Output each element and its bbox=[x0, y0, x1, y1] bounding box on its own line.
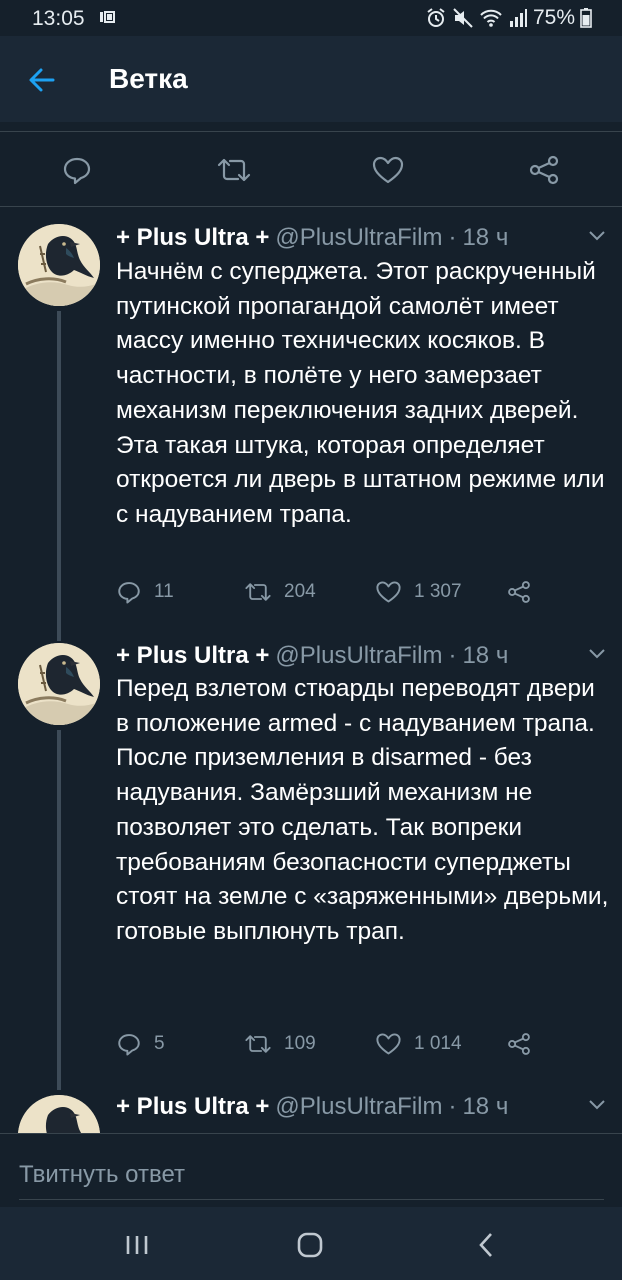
separator-dot: · bbox=[448, 642, 457, 669]
share-icon bbox=[508, 581, 530, 603]
reply-icon bbox=[118, 582, 140, 604]
cast-icon bbox=[100, 10, 116, 29]
like-button[interactable]: 1 014 bbox=[375, 1031, 462, 1057]
alarm-icon bbox=[425, 7, 447, 29]
heart-icon bbox=[376, 581, 401, 603]
system-back-button[interactable] bbox=[466, 1227, 506, 1263]
tweet-time: 18 ч bbox=[462, 1093, 509, 1120]
home-button[interactable] bbox=[290, 1227, 330, 1263]
share-icon bbox=[508, 1033, 530, 1055]
recent-apps-button[interactable] bbox=[117, 1227, 157, 1263]
chevron-left-icon bbox=[479, 1233, 492, 1257]
arrow-left-icon bbox=[29, 68, 55, 92]
retweet-button[interactable]: 109 bbox=[244, 1031, 316, 1057]
thread-line bbox=[57, 311, 61, 641]
raven-avatar-image bbox=[18, 224, 100, 306]
tweet-header: + Plus Ultra + @PlusUltraFilm · 18 ч bbox=[116, 224, 508, 252]
tweet-header: + Plus Ultra + @PlusUltraFilm · 18 ч bbox=[116, 1093, 508, 1121]
like-button[interactable]: 1 307 bbox=[375, 579, 462, 605]
chevron-down-icon bbox=[589, 649, 605, 659]
separator-dot: · bbox=[448, 1093, 457, 1120]
status-bar: 13:05 75% bbox=[0, 0, 622, 36]
main-tweet-actions bbox=[0, 131, 622, 207]
author-handle[interactable]: @PlusUltraFilm bbox=[275, 642, 442, 670]
battery-icon bbox=[580, 8, 592, 28]
author-name[interactable]: + Plus Ultra + bbox=[116, 1093, 269, 1121]
reply-count: 5 bbox=[154, 1033, 165, 1054]
like-count: 1 014 bbox=[414, 1033, 462, 1054]
chevron-down-icon bbox=[589, 1100, 605, 1110]
tweet-menu-button[interactable] bbox=[588, 647, 606, 665]
recent-apps-icon bbox=[126, 1236, 148, 1254]
share-icon bbox=[529, 155, 559, 185]
tweet-menu-button[interactable] bbox=[588, 1098, 606, 1116]
like-count: 1 307 bbox=[414, 581, 462, 602]
share-button[interactable] bbox=[506, 579, 532, 605]
reply-button[interactable]: 11 bbox=[116, 579, 174, 605]
share-button[interactable] bbox=[526, 152, 562, 188]
raven-avatar-image bbox=[18, 1095, 100, 1133]
back-button[interactable] bbox=[22, 60, 62, 100]
reply-button[interactable]: 5 bbox=[116, 1031, 165, 1057]
reply-count: 11 bbox=[154, 581, 174, 602]
retweet-icon bbox=[245, 1035, 271, 1053]
retweet-count: 204 bbox=[284, 581, 316, 602]
author-handle[interactable]: @PlusUltraFilm bbox=[275, 1093, 442, 1121]
share-button[interactable] bbox=[506, 1031, 532, 1057]
mute-icon bbox=[452, 7, 474, 29]
raven-avatar-image bbox=[18, 643, 100, 725]
system-nav-bar bbox=[0, 1207, 622, 1280]
tweet[interactable]: + Plus Ultra + @PlusUltraFilm · 18 ч bbox=[0, 1087, 622, 1133]
tweet-actions: 5 109 1 014 bbox=[116, 1031, 546, 1061]
home-icon bbox=[297, 1232, 323, 1258]
reply-composer bbox=[0, 1133, 622, 1207]
reply-icon bbox=[118, 1034, 140, 1056]
author-handle[interactable]: @PlusUltraFilm bbox=[275, 224, 442, 252]
retweet-count: 109 bbox=[284, 1033, 316, 1054]
reply-input[interactable] bbox=[19, 1150, 604, 1200]
chevron-down-icon bbox=[589, 231, 605, 241]
thread-line bbox=[57, 730, 61, 1090]
avatar[interactable] bbox=[18, 643, 100, 725]
tweet-menu-button[interactable] bbox=[588, 229, 606, 247]
author-name[interactable]: + Plus Ultra + bbox=[116, 642, 269, 670]
heart-icon bbox=[372, 156, 404, 184]
retweet-icon bbox=[217, 158, 251, 182]
heart-icon bbox=[376, 1033, 401, 1055]
retweet-button[interactable] bbox=[216, 152, 252, 188]
tweet-text: Начнём с суперджета. Этот раскрученный п… bbox=[116, 258, 605, 528]
avatar[interactable] bbox=[18, 224, 100, 306]
battery-percent: 75% bbox=[532, 6, 575, 29]
reply-icon bbox=[63, 157, 91, 185]
reply-button[interactable] bbox=[59, 152, 95, 188]
separator-dot: · bbox=[448, 224, 457, 251]
status-time: 13:05 bbox=[32, 7, 85, 30]
avatar[interactable] bbox=[18, 1095, 100, 1133]
tweet-time: 18 ч bbox=[462, 224, 509, 251]
like-button[interactable] bbox=[370, 152, 406, 188]
retweet-icon bbox=[245, 583, 271, 601]
app-bar: Ветка bbox=[0, 36, 622, 122]
wifi-icon bbox=[479, 8, 503, 28]
author-name[interactable]: + Plus Ultra + bbox=[116, 224, 269, 252]
signal-icon bbox=[508, 8, 528, 28]
tweet[interactable]: + Plus Ultra + @PlusUltraFilm · 18 ч Нач… bbox=[0, 207, 622, 641]
tweet-time: 18 ч bbox=[462, 642, 509, 669]
tweet-actions: 11 204 1 307 bbox=[116, 579, 546, 609]
retweet-button[interactable]: 204 bbox=[244, 579, 316, 605]
page-title: Ветка bbox=[109, 63, 188, 94]
tweet-text: Перед взлетом стюарды переводят двери в … bbox=[116, 675, 609, 945]
tweet-header: + Plus Ultra + @PlusUltraFilm · 18 ч bbox=[116, 642, 508, 670]
tweet[interactable]: + Plus Ultra + @PlusUltraFilm · 18 ч Пер… bbox=[0, 637, 622, 1090]
